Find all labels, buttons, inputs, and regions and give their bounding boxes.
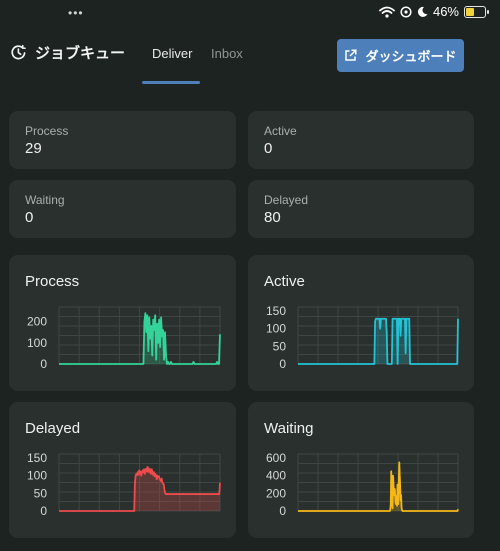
process-chart: 0 100 200 <box>27 306 221 371</box>
battery-icon <box>464 5 489 18</box>
chart-title: Delayed <box>25 420 81 437</box>
y-tick-label: 50 <box>273 339 287 353</box>
y-tick-label: 600 <box>266 451 286 465</box>
chart-card-active: Active 0 50 100 150 <box>248 255 474 391</box>
external-link-icon <box>345 49 358 61</box>
stat-card-process: Process 29 <box>9 111 236 169</box>
dashboard-button[interactable]: ダッシュボード <box>337 39 464 72</box>
y-tick-label: 100 <box>27 469 47 483</box>
status-icons: 46% <box>379 4 489 19</box>
moon-icon <box>417 6 428 17</box>
y-tick-label: 200 <box>266 486 286 500</box>
chart-title: Process <box>25 273 80 290</box>
y-tick-label: 0 <box>279 504 286 518</box>
stat-label: Waiting <box>25 193 65 207</box>
active-chart: 0 50 100 150 <box>266 304 459 371</box>
y-tick-label: 100 <box>266 322 286 336</box>
app-header: ジョブキュー Deliver Inbox ダッシュボード <box>0 26 500 88</box>
stat-value: 0 <box>25 209 34 226</box>
stat-card-delayed: Delayed 80 <box>248 180 474 238</box>
chart-title: Active <box>264 273 305 290</box>
stat-card-active: Active 0 <box>248 111 474 169</box>
waiting-chart: 0 200 400 600 <box>266 451 459 518</box>
y-tick-label: 0 <box>40 504 47 518</box>
stat-label: Process <box>25 124 69 138</box>
chart-title: Waiting <box>264 420 314 437</box>
y-tick-label: 100 <box>27 336 47 350</box>
focus-icon <box>400 5 412 18</box>
chart-card-delayed: Delayed 0 50 100 150 <box>9 402 236 538</box>
y-tick-label: 150 <box>27 451 47 465</box>
y-tick-label: 0 <box>279 357 286 371</box>
stat-label: Active <box>264 124 297 138</box>
clock-icon <box>11 44 26 60</box>
more-dots[interactable]: ••• <box>68 6 84 20</box>
app-brand: ジョブキュー <box>10 42 125 63</box>
tab-inbox[interactable]: Inbox <box>211 46 243 61</box>
y-tick-label: 400 <box>266 469 286 483</box>
chart-grid <box>58 306 221 365</box>
y-tick-label: 150 <box>266 304 286 318</box>
stat-label: Delayed <box>264 193 309 207</box>
chart-card-process: Process 0 100 200 <box>9 255 236 391</box>
y-tick-label: 50 <box>34 486 48 500</box>
app-title: ジョブキュー <box>35 45 126 62</box>
active-tab-indicator <box>142 81 200 84</box>
wifi-icon <box>379 6 395 18</box>
stat-card-waiting: Waiting 0 <box>9 180 236 238</box>
stat-value: 80 <box>264 209 281 226</box>
chart-grid <box>297 453 459 512</box>
delayed-chart: 0 50 100 150 <box>27 451 221 518</box>
y-tick-label: 200 <box>27 315 47 329</box>
chart-card-waiting: Waiting 0 200 400 600 <box>248 402 474 538</box>
tab-deliver[interactable]: Deliver <box>152 46 192 61</box>
status-bar: ••• 46% <box>0 0 500 26</box>
stat-value: 0 <box>264 140 273 157</box>
battery-percent: 46% <box>432 4 459 19</box>
battery-level <box>466 7 475 16</box>
dashboard-button-label: ダッシュボード <box>365 49 457 64</box>
stat-value: 29 <box>25 140 42 157</box>
y-tick-label: 0 <box>40 357 47 371</box>
